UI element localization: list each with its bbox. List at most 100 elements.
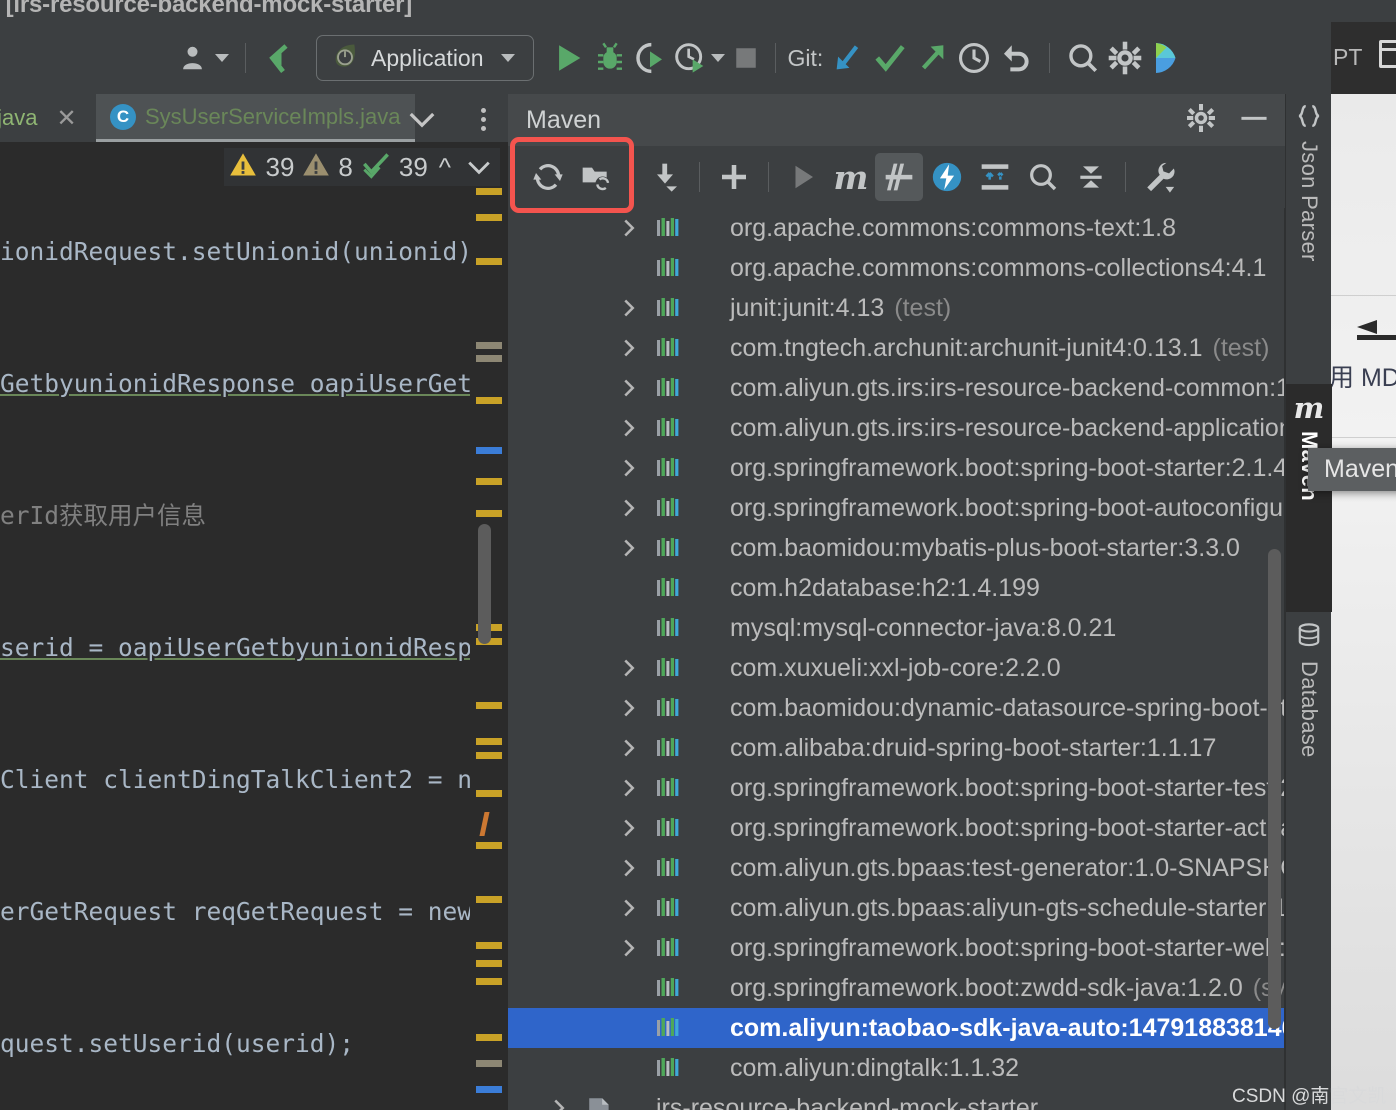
chevron-right-icon[interactable] (618, 417, 640, 439)
maven-tree-scrollbar[interactable] (1268, 549, 1281, 1029)
maven-tree-row-label: com.aliyun.gts.irs:irs-resource-backend-… (730, 413, 1294, 442)
git-commit-icon[interactable] (869, 35, 911, 81)
editor-tab-inactive[interactable]: C .java ✕ (0, 94, 91, 142)
maven-tree-row[interactable]: org.springframework.boot:spring-boot-sta… (508, 768, 1294, 808)
chevron-right-icon[interactable] (548, 1097, 570, 1110)
maven-tree-row[interactable]: com.aliyun.gts.irs:irs-resource-backend-… (508, 408, 1294, 448)
run-with-coverage-icon[interactable] (630, 35, 670, 81)
collapse-all-icon[interactable] (1067, 153, 1115, 201)
stop-icon[interactable] (729, 35, 763, 81)
more-options-icon[interactable] (468, 102, 498, 136)
run-configuration-label: Application (371, 44, 484, 71)
run-configuration-selector[interactable]: Application (316, 35, 534, 81)
update-project-icon[interactable] (258, 35, 302, 81)
maven-tree-row[interactable]: org.apache.commons:commons-text:1.8 (508, 208, 1294, 248)
editor-tab-active[interactable]: C SysUserServiceImpls.java (96, 94, 415, 142)
chevron-right-icon[interactable] (618, 337, 640, 359)
gear-icon[interactable] (1186, 103, 1216, 138)
chevron-down-icon[interactable] (405, 102, 439, 136)
maven-tree-row-label: org.springframework.boot:spring-boot-sta… (730, 813, 1294, 842)
chevron-right-icon[interactable] (618, 697, 640, 719)
maven-tree-row[interactable]: junit:junit:4.13 (test) (508, 288, 1294, 328)
main-toolbar: Application Git: (0, 22, 1330, 94)
editor-scrollbar[interactable] (478, 524, 491, 644)
inspection-widget[interactable]: 39 8 39 ^ (224, 148, 500, 186)
search-icon[interactable] (1019, 153, 1067, 201)
maven-tree-row[interactable]: com.baomidou:mybatis-plus-boot-starter:3… (508, 528, 1294, 568)
sidebar-item-database[interactable]: Database (1286, 612, 1332, 872)
chevron-up-icon[interactable]: ^ (435, 152, 455, 183)
run-icon[interactable] (548, 35, 590, 81)
git-update-icon[interactable] (827, 35, 869, 81)
chevron-right-icon[interactable] (618, 657, 640, 679)
profiler-icon[interactable] (670, 35, 729, 81)
rollback-icon[interactable] (995, 35, 1037, 81)
right-tool-stripe: Json Parser m Maven Database (1285, 94, 1332, 1110)
gear-icon[interactable] (1104, 35, 1146, 81)
maven-tree-row-label: com.baomidou:mybatis-plus-boot-starter:3… (730, 533, 1240, 562)
chevron-right-icon[interactable] (618, 537, 640, 559)
maven-settings-wrench-icon[interactable] (1136, 153, 1184, 201)
reload-project-icon[interactable] (572, 153, 620, 201)
chevron-right-icon[interactable] (618, 297, 640, 319)
maven-tree-row[interactable]: com.xuxueli:xxl-job-core:2.2.0 (508, 648, 1294, 688)
maven-tree-row-label: com.baomidou:dynamic-datasource-spring-b… (730, 693, 1294, 722)
download-sources-icon[interactable] (641, 153, 689, 201)
chevron-right-icon[interactable] (618, 737, 640, 759)
chevron-right-icon[interactable] (618, 777, 640, 799)
maven-tree-row-label: org.springframework.boot:spring-boot-sta… (730, 933, 1294, 962)
maven-tree-row[interactable]: org.springframework.boot:zwdd-sdk-java:1… (508, 968, 1294, 1008)
maven-tree-row[interactable]: m irs-resource-backend-mock-starter (508, 1088, 1294, 1110)
chevron-right-icon[interactable] (618, 937, 640, 959)
chevron-right-icon[interactable] (618, 217, 640, 239)
git-push-icon[interactable] (911, 35, 953, 81)
debug-icon[interactable] (590, 35, 630, 81)
maven-tree-row[interactable]: org.springframework.boot:spring-boot-sta… (508, 448, 1294, 488)
sidebar-item-maven[interactable]: m Maven (1286, 384, 1332, 612)
chevron-right-icon[interactable] (618, 817, 640, 839)
maven-dependency-tree[interactable]: org.apache.commons:commons-text:1.8 org.… (508, 208, 1294, 1110)
toggle-offline-mode-icon[interactable] (923, 153, 971, 201)
code-text[interactable]: ionidRequest.setUnionid(unionid); Getbyu… (0, 142, 487, 1110)
maven-tree-row[interactable]: com.aliyun:dingtalk:1.1.32 (508, 1048, 1294, 1088)
chevron-down-icon[interactable] (462, 152, 496, 183)
show-dependencies-icon[interactable] (971, 153, 1019, 201)
search-everywhere-icon[interactable] (1062, 35, 1104, 81)
git-label: Git: (787, 44, 824, 71)
add-maven-project-icon[interactable] (710, 153, 758, 201)
divider (630, 162, 631, 192)
maven-tree-row[interactable]: com.aliyun.gts.bpaas:test-generator:1.0-… (508, 848, 1294, 888)
maven-tree-row-label: com.aliyun:taobao-sdk-java-auto:14791883… (730, 1013, 1294, 1042)
maven-tree-row[interactable]: com.aliyun.gts.bpaas:aliyun-gts-schedule… (508, 888, 1294, 928)
maven-tree-row[interactable]: mysql:mysql-connector-java:8.0.21 (508, 608, 1294, 648)
maven-tree-row[interactable]: org.springframework.boot:spring-boot-sta… (508, 808, 1294, 848)
chevron-right-icon[interactable] (618, 457, 640, 479)
chevron-right-icon[interactable] (618, 897, 640, 919)
editor-tab-label: SysUserServiceImpls.java (145, 103, 401, 129)
run-maven-build-icon[interactable] (779, 153, 827, 201)
maven-tree-row-label: com.alibaba:druid-spring-boot-starter:1.… (730, 733, 1217, 762)
maven-tree-row[interactable]: com.tngtech.archunit:archunit-junit4:0.1… (508, 328, 1294, 368)
chevron-right-icon[interactable] (618, 857, 640, 879)
maven-tree-row[interactable]: org.apache.commons:commons-collections4:… (508, 248, 1294, 288)
close-icon[interactable]: ✕ (56, 104, 76, 133)
maven-tree-row[interactable]: org.springframework.boot:spring-boot-aut… (508, 488, 1294, 528)
minimize-icon[interactable] (1238, 104, 1270, 137)
maven-tree-row[interactable]: com.h2database:h2:1.4.199 (508, 568, 1294, 608)
ide-plugin-icon[interactable] (1146, 35, 1190, 81)
chevron-right-icon[interactable] (618, 377, 640, 399)
divider (699, 162, 700, 192)
toggle-skip-tests-icon[interactable] (875, 153, 923, 201)
maven-tree-row[interactable]: com.alibaba:druid-spring-boot-starter:1.… (508, 728, 1294, 768)
warning-icon (301, 151, 331, 184)
chevron-right-icon[interactable] (618, 497, 640, 519)
maven-tree-row[interactable]: com.aliyun.gts.irs:irs-resource-backend-… (508, 368, 1294, 408)
maven-tree-row[interactable]: org.springframework.boot:spring-boot-sta… (508, 928, 1294, 968)
maven-tree-row[interactable]: com.baomidou:dynamic-datasource-spring-b… (508, 688, 1294, 728)
reload-all-maven-projects-icon[interactable] (524, 153, 572, 201)
history-icon[interactable] (953, 35, 995, 81)
maven-tree-row[interactable]: com.aliyun:taobao-sdk-java-auto:14791883… (508, 1008, 1294, 1048)
user-icon[interactable] (176, 35, 233, 81)
sidebar-item-json-parser[interactable]: Json Parser (1286, 94, 1332, 384)
execute-maven-goal-icon[interactable]: m (827, 153, 875, 201)
